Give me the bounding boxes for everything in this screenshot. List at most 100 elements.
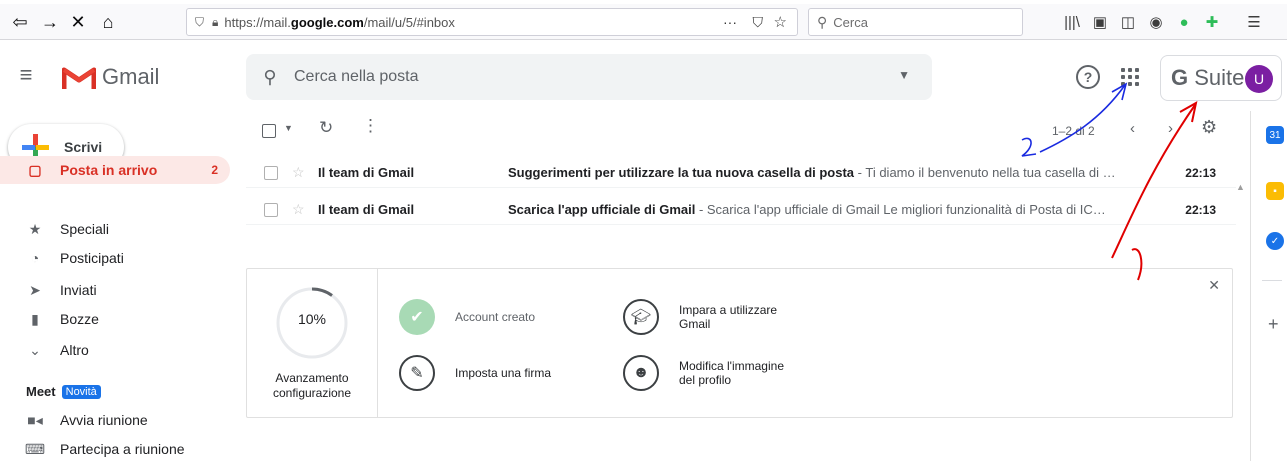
search-icon[interactable]: ⚲ <box>246 67 294 88</box>
gsuite-logo: G Suite <box>1171 65 1245 90</box>
sidebar-item-inbox[interactable]: ▢ Posta in arrivo 2 <box>0 156 230 184</box>
graduation-cap-icon: 🎓︎ <box>623 299 659 335</box>
task-set-signature[interactable]: ✎ Imposta una firma <box>399 355 551 391</box>
star-icon: ★ <box>28 220 42 237</box>
select-all-checkbox[interactable] <box>262 124 276 138</box>
annotation-arrow-1 <box>1111 101 1198 281</box>
sidebar-item-label: Inviati <box>60 282 97 298</box>
star-icon[interactable]: ☆ <box>292 164 305 181</box>
gmail-header: ≡ Gmail ⚲ Cerca nella posta ▼ ? G Suite … <box>0 41 1287 111</box>
mail-search-input[interactable]: ⚲ Cerca nella posta ▼ <box>246 54 932 100</box>
bookmark-star-icon[interactable]: ☆ <box>774 13 787 31</box>
compose-label: Scrivi <box>64 139 103 155</box>
sidebar-item-snoozed[interactable]: ◔ Posticipati <box>0 244 230 272</box>
meet-title-text: Meet <box>26 384 56 399</box>
select-dropdown-icon[interactable]: ▼ <box>284 123 293 133</box>
sidebar-item-label: Altro <box>60 342 89 358</box>
close-icon: ✕ <box>70 11 86 32</box>
sidebar-item-label: Posticipati <box>60 250 124 266</box>
sidebar-item-sent[interactable]: ➤ Inviati <box>0 276 230 304</box>
sidebar-item-start-meeting[interactable]: ■◂ Avvia riunione <box>0 406 230 434</box>
search-icon: ⚲ <box>817 13 828 30</box>
clock-icon: ◔ <box>30 250 40 266</box>
row-checkbox[interactable] <box>264 165 278 180</box>
pocket-icon[interactable]: ⛉ <box>753 14 764 31</box>
menu-icon[interactable]: ☰ <box>1240 8 1268 36</box>
forward-button[interactable]: → <box>36 4 64 40</box>
snippet: - Scarica l'app ufficiale di Gmail Le mi… <box>695 202 1106 217</box>
more-dots-icon[interactable]: ··· <box>723 14 737 30</box>
sidebar-item-more[interactable]: ⌄ Altro <box>0 336 230 364</box>
browser-toolbar: ⇦ → ✕ ⌂ ⛉ 🔒︎ https://mail.google.com/mai… <box>0 4 1287 40</box>
gsuite-account-button[interactable]: G Suite U <box>1160 55 1282 101</box>
url-bar[interactable]: ⛉ 🔒︎ https://mail.google.com/mail/u/5/#i… <box>186 8 798 36</box>
divider <box>377 269 378 417</box>
task-profile-picture[interactable]: ☻ Modifica l'immagine del profilo <box>623 355 784 391</box>
search-options-icon[interactable]: ▼ <box>898 68 910 82</box>
draft-icon: ▮ <box>31 310 39 327</box>
star-icon[interactable]: ☆ <box>292 201 305 218</box>
subject: Suggerimenti per utilizzare la tua nuova… <box>508 165 855 180</box>
close-icon[interactable]: ✕ <box>1208 277 1220 294</box>
gmail-logo[interactable]: Gmail <box>62 61 159 93</box>
prev-page-icon[interactable]: ‹ <box>1130 120 1135 137</box>
snippet: - Ti diamo il benvenuto nella tua casell… <box>854 165 1116 180</box>
task-learn-gmail[interactable]: 🎓︎ Impara a utilizzare Gmail <box>623 299 777 335</box>
keep-icon[interactable]: ▪ <box>1266 182 1284 200</box>
sidebar-item-drafts[interactable]: ▮ Bozze <box>0 305 230 333</box>
calendar-icon[interactable]: 31 <box>1266 126 1284 144</box>
library-icon[interactable]: |||\ <box>1058 8 1086 36</box>
video-icon: ■◂ <box>27 411 43 428</box>
task-label: Modifica l'immagine del profilo <box>679 359 784 387</box>
reader-icon[interactable]: ▣ <box>1086 8 1114 36</box>
time: 22:13 <box>1185 202 1216 217</box>
home-button[interactable]: ⌂ <box>94 4 122 40</box>
mail-search-placeholder: Cerca nella posta <box>294 68 419 85</box>
back-arrow-icon: ⇦ <box>12 11 28 32</box>
scroll-up-icon[interactable]: ▲ <box>1236 182 1245 192</box>
sidebar-item-join-meeting[interactable]: ⌨ Partecipa a riunione <box>0 435 230 463</box>
table-row[interactable]: ☆ Il team di Gmail Scarica l'app ufficia… <box>246 195 1236 225</box>
more-options-icon[interactable]: ⋮ <box>362 116 379 136</box>
task-label: Imposta una firma <box>455 366 552 380</box>
sidebar-item-label: Avvia riunione <box>60 412 148 428</box>
sidebar-item-label: Posta in arrivo <box>60 162 158 178</box>
task-label: Impara a utilizzare Gmail <box>679 303 778 331</box>
apps-grid-icon[interactable] <box>1118 65 1142 89</box>
sidebar-item-label: Partecipa a riunione <box>60 441 185 457</box>
next-page-icon[interactable]: › <box>1168 120 1173 137</box>
add-addon-icon[interactable]: + <box>1268 314 1279 335</box>
sidebar-item-label: Speciali <box>60 221 110 237</box>
home-icon: ⌂ <box>102 11 114 32</box>
settings-gear-icon[interactable]: ⚙ <box>1201 117 1217 138</box>
subject-line: Scarica l'app ufficiale di Gmail - Scari… <box>508 202 1128 217</box>
browser-search-input[interactable]: ⚲ Cerca <box>808 8 1023 36</box>
chevron-down-icon: ⌄ <box>29 341 41 358</box>
refresh-icon[interactable]: ↻ <box>319 118 333 138</box>
task-label: Account creato <box>455 310 536 324</box>
sidebar-item-starred[interactable]: ★ Speciali <box>0 215 230 243</box>
url-path: /mail/u/5/#inbox <box>363 14 455 30</box>
keyboard-icon: ⌨ <box>24 440 46 457</box>
tasks-icon[interactable]: ✓ <box>1266 232 1284 250</box>
back-button[interactable]: ⇦ <box>6 4 34 40</box>
new-badge: Novità <box>61 384 101 399</box>
table-row[interactable]: ☆ Il team di Gmail Suggerimenti per util… <box>246 158 1236 188</box>
profile-icon: ☻ <box>623 355 659 391</box>
progress-percent: 10% <box>297 311 327 327</box>
stop-button[interactable]: ✕ <box>64 4 92 40</box>
help-icon[interactable]: ? <box>1076 65 1100 89</box>
pagination-text: 1–2 di 2 <box>1052 124 1095 138</box>
browser-search-placeholder: Cerca <box>833 14 868 30</box>
main-menu-button[interactable]: ≡ <box>12 61 40 89</box>
lock-icon: 🔒︎ <box>212 14 219 29</box>
sidebar-icon[interactable]: ◫ <box>1114 8 1142 36</box>
extension-icon[interactable]: ◉ <box>1142 8 1170 36</box>
avatar[interactable]: U <box>1245 65 1273 93</box>
extension-plus-icon[interactable]: ✚ <box>1198 8 1226 36</box>
send-icon: ➤ <box>29 281 41 298</box>
app-name: Gmail <box>102 64 160 89</box>
row-checkbox[interactable] <box>264 202 278 217</box>
progress-label: Avanzamento configurazione <box>272 371 352 400</box>
extension-green-icon[interactable]: ● <box>1170 8 1198 36</box>
